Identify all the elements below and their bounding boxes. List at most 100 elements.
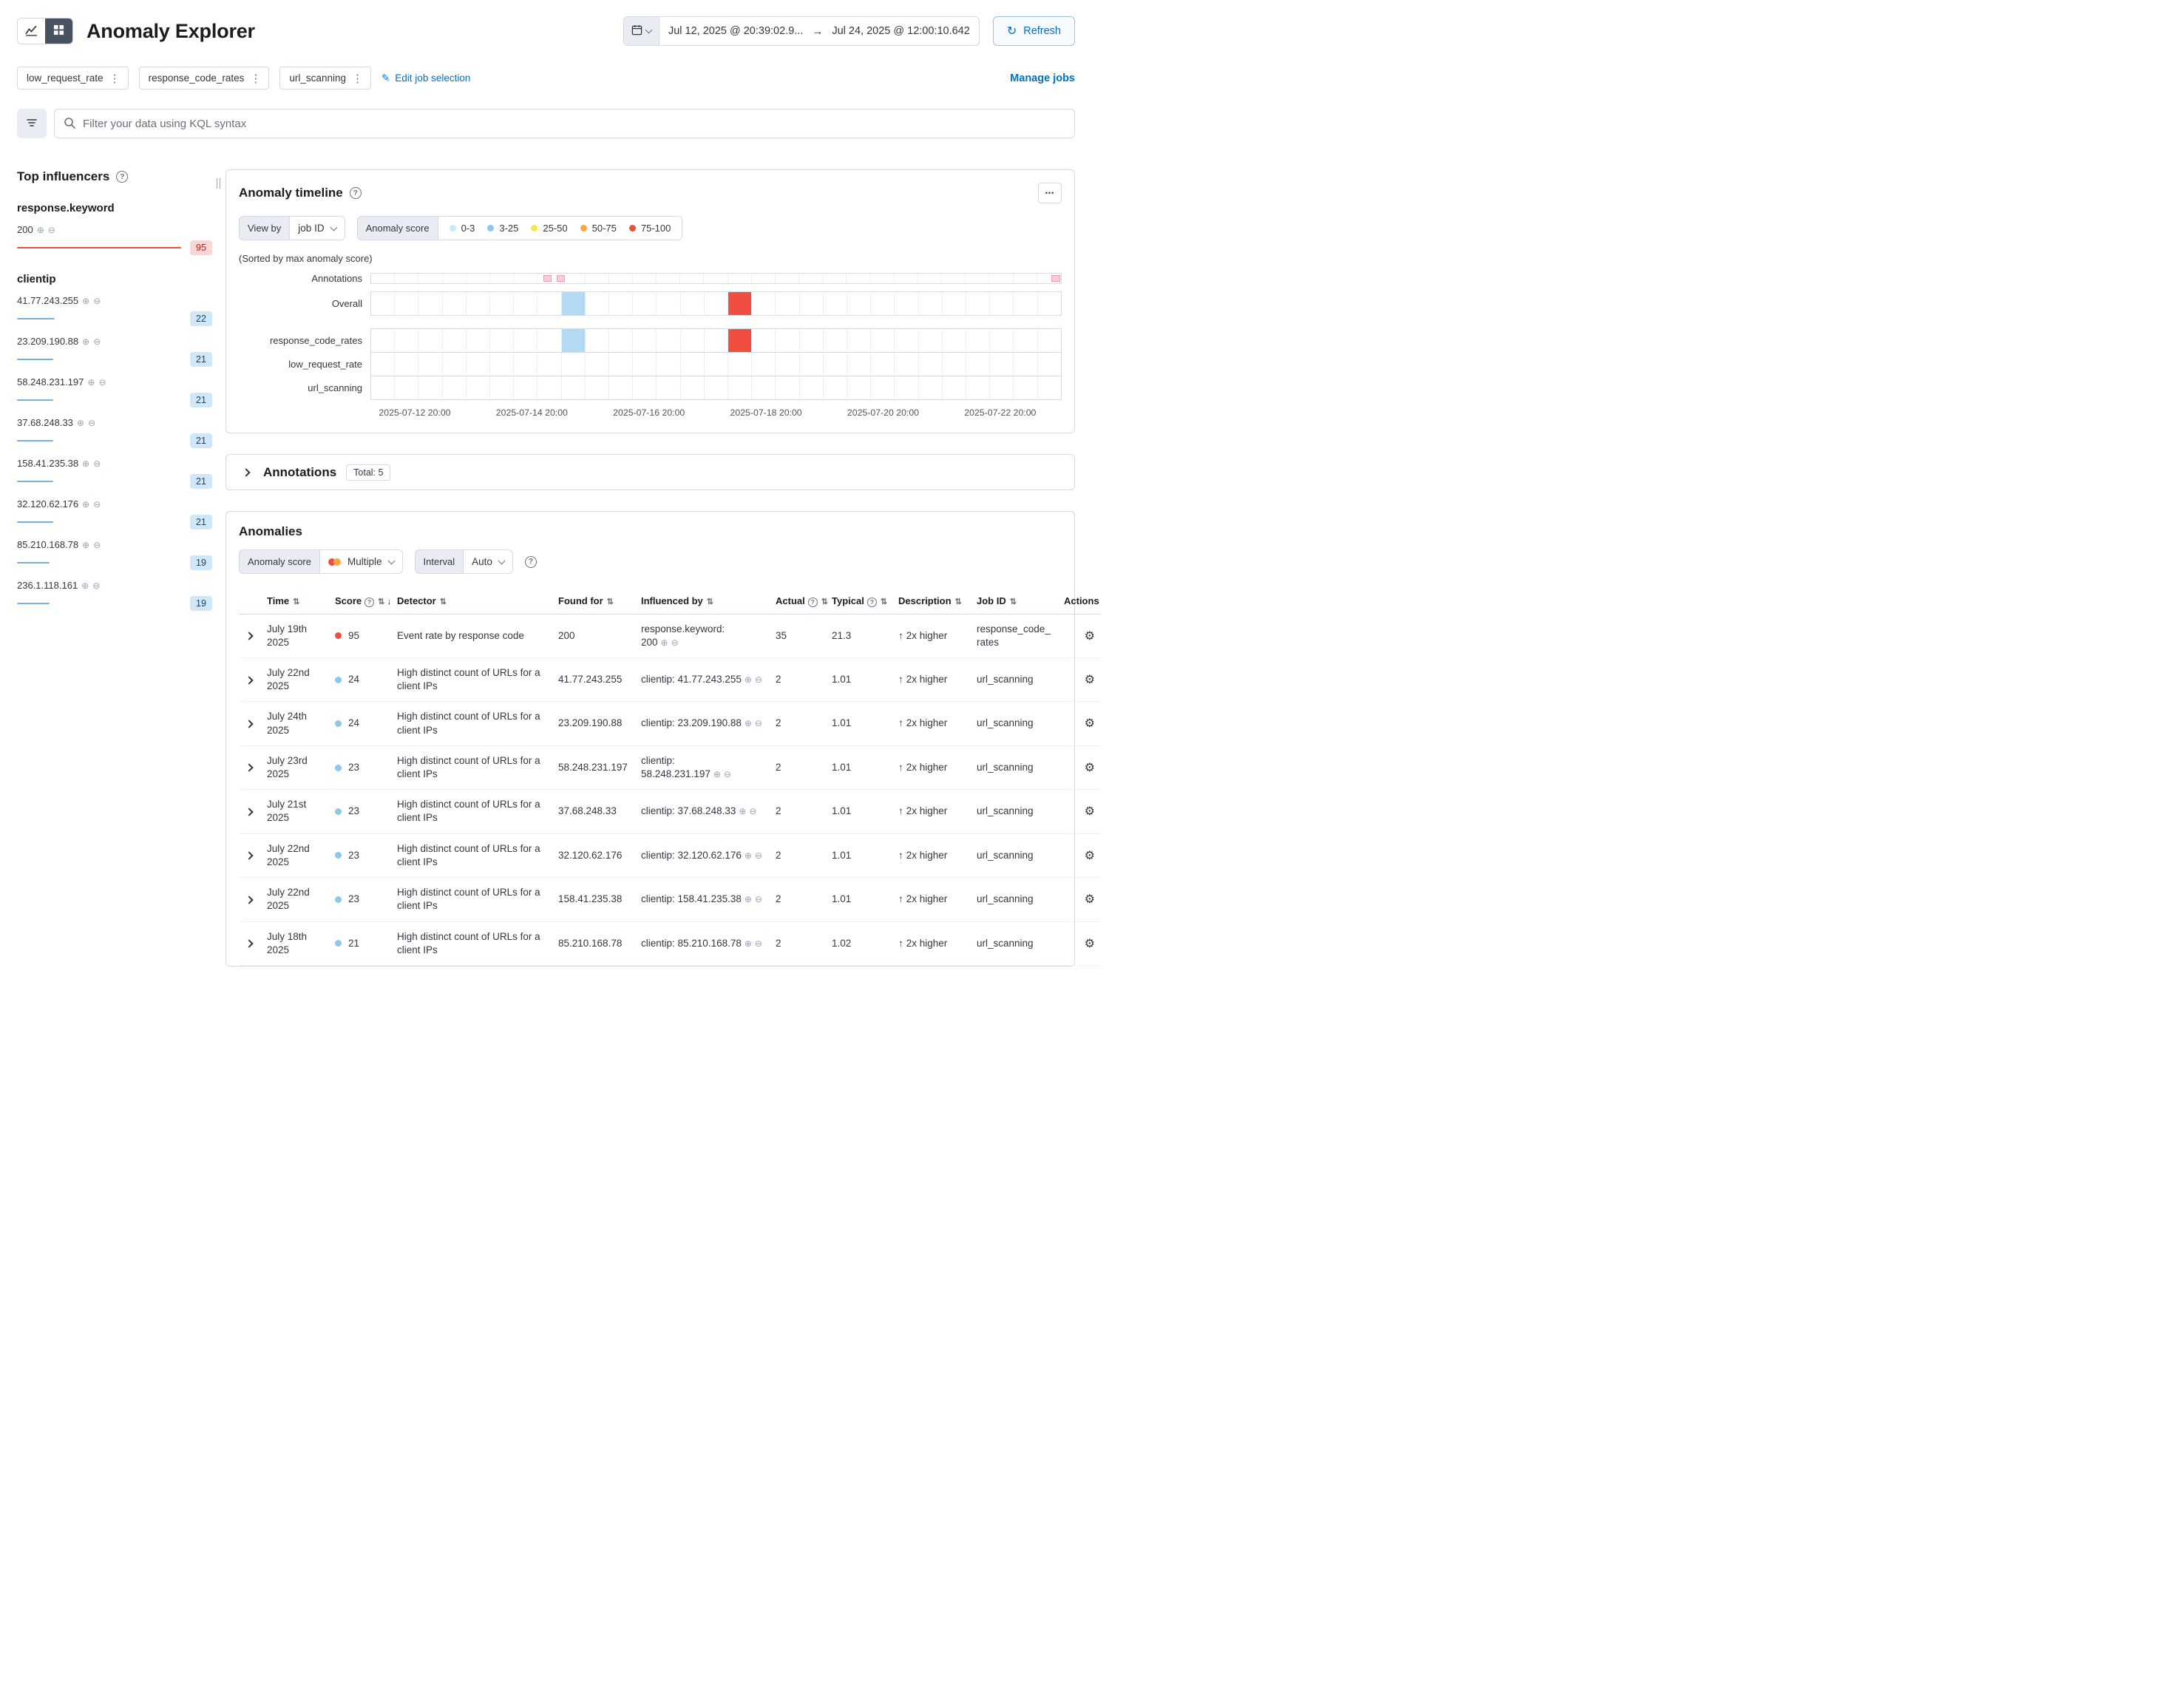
swimlane-cell[interactable] [919, 376, 943, 399]
swimlane-cell[interactable] [776, 353, 799, 376]
sort-icon[interactable]: ⇅ [378, 598, 384, 606]
swimlane-cell[interactable] [800, 353, 824, 376]
filter-out-icon[interactable]: ⊖ [755, 894, 762, 904]
swimlane-cell[interactable] [586, 292, 609, 315]
swimlane-cell[interactable] [633, 329, 657, 352]
filter-out-icon[interactable]: ⊖ [93, 459, 101, 468]
swimlane-cell[interactable] [586, 353, 609, 376]
column-header-found-for[interactable]: Found for⇅ [552, 589, 635, 614]
help-icon[interactable]: ? [116, 171, 128, 183]
swimlane-cell[interactable] [371, 376, 395, 399]
swimlane-cell[interactable] [537, 292, 561, 315]
filter-out-icon[interactable]: ⊖ [88, 419, 95, 427]
column-header-job-id[interactable]: Job ID⇅ [971, 589, 1058, 614]
swimlane-cell[interactable] [657, 329, 680, 352]
swimlane-cell[interactable] [919, 329, 943, 352]
actions-gear-button[interactable]: ⚙ [1085, 848, 1095, 863]
severity-threshold-select[interactable]: Multiple [319, 549, 403, 574]
expand-row-button[interactable] [245, 936, 254, 950]
swimlane-cell[interactable] [562, 353, 586, 376]
swimlane-cell[interactable] [514, 353, 537, 376]
swimlane-cell[interactable] [680, 274, 704, 283]
end-date-button[interactable]: Jul 24, 2025 @ 12:00:10.642 [823, 25, 978, 37]
column-header-influenced-by[interactable]: Influenced by⇅ [635, 589, 770, 614]
swimlane-cell[interactable] [705, 292, 728, 315]
swimlane-cell[interactable] [586, 274, 609, 283]
annotation-marker[interactable] [1051, 275, 1060, 282]
sort-icon[interactable]: ⇅ [821, 598, 828, 606]
filter-in-icon[interactable]: ⊕ [87, 378, 95, 387]
swimlane-cell[interactable] [752, 274, 776, 283]
swimlane-cell[interactable] [752, 376, 776, 399]
swimlane-cell[interactable] [443, 274, 467, 283]
filter-in-icon[interactable]: ⊕ [82, 337, 89, 346]
swimlane-cell[interactable] [752, 292, 776, 315]
swimlane-cell[interactable] [871, 329, 895, 352]
filter-in-icon[interactable]: ⊕ [81, 581, 89, 590]
filter-in-icon[interactable]: ⊕ [82, 459, 89, 468]
swimlane-cell[interactable] [943, 376, 966, 399]
actions-gear-button[interactable]: ⚙ [1085, 760, 1095, 775]
expand-row-button[interactable] [245, 629, 254, 643]
swimlane-cell[interactable] [1038, 292, 1061, 315]
actions-gear-button[interactable]: ⚙ [1085, 892, 1095, 907]
drag-handle-icon[interactable]: ⋮ [244, 72, 267, 85]
calendar-button[interactable] [624, 17, 659, 45]
filter-out-icon[interactable]: ⊖ [93, 541, 101, 549]
swimlane-cell[interactable] [918, 274, 942, 283]
swimlane-cell[interactable] [990, 353, 1014, 376]
sort-icon[interactable]: ⇅ [881, 598, 887, 606]
swimlane-cell[interactable] [847, 329, 871, 352]
actions-gear-button[interactable]: ⚙ [1085, 672, 1095, 687]
swimlane-cell[interactable] [824, 376, 847, 399]
swimlane-cell[interactable] [418, 292, 442, 315]
swimlane-cell[interactable] [728, 274, 752, 283]
swimlane-cell[interactable] [443, 292, 467, 315]
swimlane-cell[interactable] [1038, 329, 1061, 352]
swimlane-cell[interactable] [395, 292, 418, 315]
drag-handle-icon[interactable]: ⋮ [346, 72, 369, 85]
swimlane-cell[interactable] [467, 376, 490, 399]
swimlane-cell[interactable] [562, 329, 586, 352]
filter-out-icon[interactable]: ⊖ [93, 337, 101, 346]
filter-in-icon[interactable]: ⊕ [745, 850, 752, 861]
swimlane-cell[interactable] [1014, 353, 1037, 376]
swimlane-cell[interactable] [681, 292, 705, 315]
swimlane-cell[interactable] [371, 274, 395, 283]
swimlane-cell[interactable] [800, 292, 824, 315]
swimlane-cell[interactable] [418, 353, 442, 376]
job-badge[interactable]: response_code_rates⋮ [139, 67, 270, 89]
filter-in-icon[interactable]: ⊕ [745, 674, 752, 685]
interval-select[interactable]: Auto [463, 549, 513, 574]
swimlane-cell[interactable] [633, 353, 657, 376]
filter-out-icon[interactable]: ⊖ [749, 806, 756, 816]
swimlane-cell[interactable] [705, 376, 728, 399]
filter-in-icon[interactable]: ⊕ [745, 718, 752, 728]
swimlane-cell[interactable] [490, 376, 514, 399]
swimlane-cell[interactable] [943, 353, 966, 376]
swimlane-cell[interactable] [537, 329, 561, 352]
swimlane-cell[interactable] [1014, 376, 1037, 399]
swimlane-cell[interactable] [728, 329, 752, 352]
swimlane-cell[interactable] [728, 376, 752, 399]
expand-row-button[interactable] [245, 848, 254, 862]
expand-row-button[interactable] [245, 673, 254, 687]
swimlane-cell[interactable] [824, 292, 847, 315]
swimlane-cell[interactable] [443, 353, 467, 376]
swimlane-cell[interactable] [776, 274, 799, 283]
actions-gear-button[interactable]: ⚙ [1085, 716, 1095, 731]
swimlane-cell[interactable] [871, 353, 895, 376]
swimlane-cell[interactable] [443, 329, 467, 352]
swimlane-cell[interactable] [990, 376, 1014, 399]
swimlane-cell[interactable] [609, 274, 633, 283]
swimlane-cell[interactable] [919, 292, 943, 315]
filter-in-icon[interactable]: ⊕ [661, 637, 668, 648]
filter-in-icon[interactable]: ⊕ [745, 938, 752, 949]
swimlane-cell[interactable] [467, 274, 490, 283]
filter-in-icon[interactable]: ⊕ [713, 769, 721, 779]
swimlane-cell[interactable] [871, 274, 895, 283]
sort-icon[interactable]: ⇅ [293, 598, 299, 606]
swimlane-cell[interactable] [895, 292, 918, 315]
swimlane-cell[interactable] [418, 329, 442, 352]
job-badge[interactable]: url_scanning⋮ [279, 67, 371, 89]
